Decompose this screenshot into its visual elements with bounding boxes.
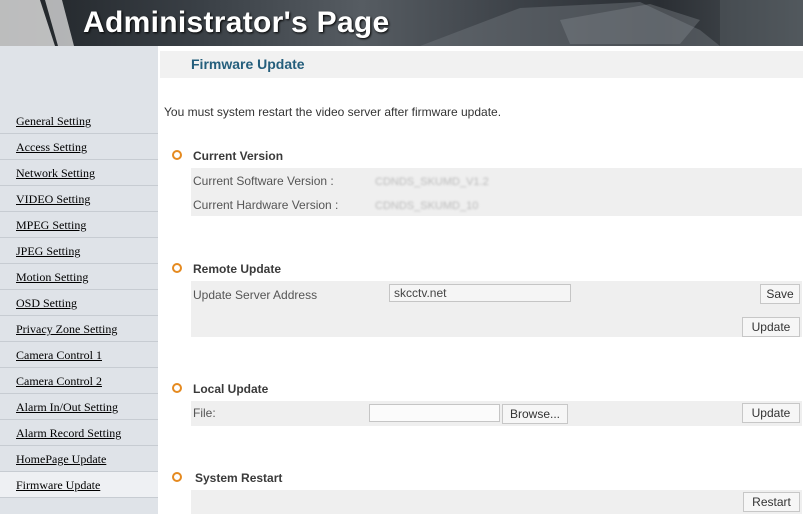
sidebar-item-camera-control-1[interactable]: Camera Control 1 (0, 342, 158, 368)
sidebar-item-jpeg-setting[interactable]: JPEG Setting (0, 238, 158, 264)
current-version-title: Current Version (193, 149, 284, 163)
update-server-label: Update Server Address (193, 288, 318, 302)
sidebar-item-label[interactable]: MPEG Setting (16, 218, 86, 233)
sidebar-item-label[interactable]: Alarm Record Setting (16, 426, 121, 441)
sidebar-item-motion-setting[interactable]: Motion Setting (0, 264, 158, 290)
sidebar-item-label[interactable]: Privacy Zone Setting (16, 322, 117, 337)
sidebar-item-camera-control-2[interactable]: Camera Control 2 (0, 368, 158, 394)
sidebar-item-label[interactable]: OSD Setting (16, 296, 77, 311)
sidebar-item-privacy-zone-setting[interactable]: Privacy Zone Setting (0, 316, 158, 342)
sidebar-item-label[interactable]: Firmware Update (16, 478, 100, 493)
restart-button[interactable]: Restart (743, 492, 800, 512)
sidebar-item-osd-setting[interactable]: OSD Setting (0, 290, 158, 316)
sidebar-item-alarm-in-out-setting[interactable]: Alarm In/Out Setting (0, 394, 158, 420)
bullet-icon (172, 383, 182, 393)
remote-update-title: Remote Update (193, 262, 282, 276)
save-button[interactable]: Save (760, 284, 800, 304)
file-path-input[interactable] (369, 404, 500, 422)
hardware-version-label: Current Hardware Version : (193, 198, 339, 212)
browse-button[interactable]: Browse... (502, 404, 568, 424)
sidebar-item-video-setting[interactable]: VIDEO Setting (0, 186, 158, 212)
software-version-label: Current Software Version : (193, 174, 334, 188)
bullet-icon (172, 263, 182, 273)
sidebar-item-homepage-update[interactable]: HomePage Update (0, 446, 158, 472)
sidebar-item-label[interactable]: JPEG Setting (16, 244, 80, 259)
update-server-input[interactable]: skcctv.net (389, 284, 571, 302)
sidebar-item-firmware-update[interactable]: Firmware Update (0, 472, 158, 498)
local-update-title: Local Update (193, 382, 269, 396)
sidebar-item-label[interactable]: Network Setting (16, 166, 95, 181)
sidebar-item-label[interactable]: Motion Setting (16, 270, 88, 285)
bullet-icon (172, 472, 182, 482)
sidebar-item-label[interactable]: HomePage Update (16, 452, 106, 467)
remote-update-button[interactable]: Update (742, 317, 800, 337)
restart-notice: You must system restart the video server… (164, 105, 502, 119)
sidebar-item-general-setting[interactable]: General Setting (0, 108, 158, 134)
sidebar-item-label[interactable]: Camera Control 1 (16, 348, 102, 363)
sidebar-item-mpeg-setting[interactable]: MPEG Setting (0, 212, 158, 238)
sidebar-item-label[interactable]: Camera Control 2 (16, 374, 102, 389)
header-banner: Administrator's Page (0, 0, 803, 46)
system-restart-row (191, 490, 802, 514)
sidebar-item-label[interactable]: Alarm In/Out Setting (16, 400, 118, 415)
sidebar-item-alarm-record-setting[interactable]: Alarm Record Setting (0, 420, 158, 446)
bullet-icon (172, 150, 182, 160)
file-label: File: (193, 406, 216, 420)
sidebar-item-access-setting[interactable]: Access Setting (0, 134, 158, 160)
hardware-version-value: CDNDS_SKUMD_10 (375, 200, 479, 212)
local-update-button[interactable]: Update (742, 403, 800, 423)
system-restart-title: System Restart (195, 471, 283, 485)
sidebar-item-label[interactable]: General Setting (16, 114, 91, 129)
sidebar-item-network-setting[interactable]: Network Setting (0, 160, 158, 186)
software-version-value: CDNDS_SKUMD_V1.2 (375, 176, 489, 188)
page-title-bar: Firmware Update (160, 51, 803, 78)
page-title: Firmware Update (191, 56, 305, 72)
page-header-title: Administrator's Page (83, 6, 390, 39)
sidebar-item-label[interactable]: Access Setting (16, 140, 87, 155)
sidebar-item-label[interactable]: VIDEO Setting (16, 192, 90, 207)
